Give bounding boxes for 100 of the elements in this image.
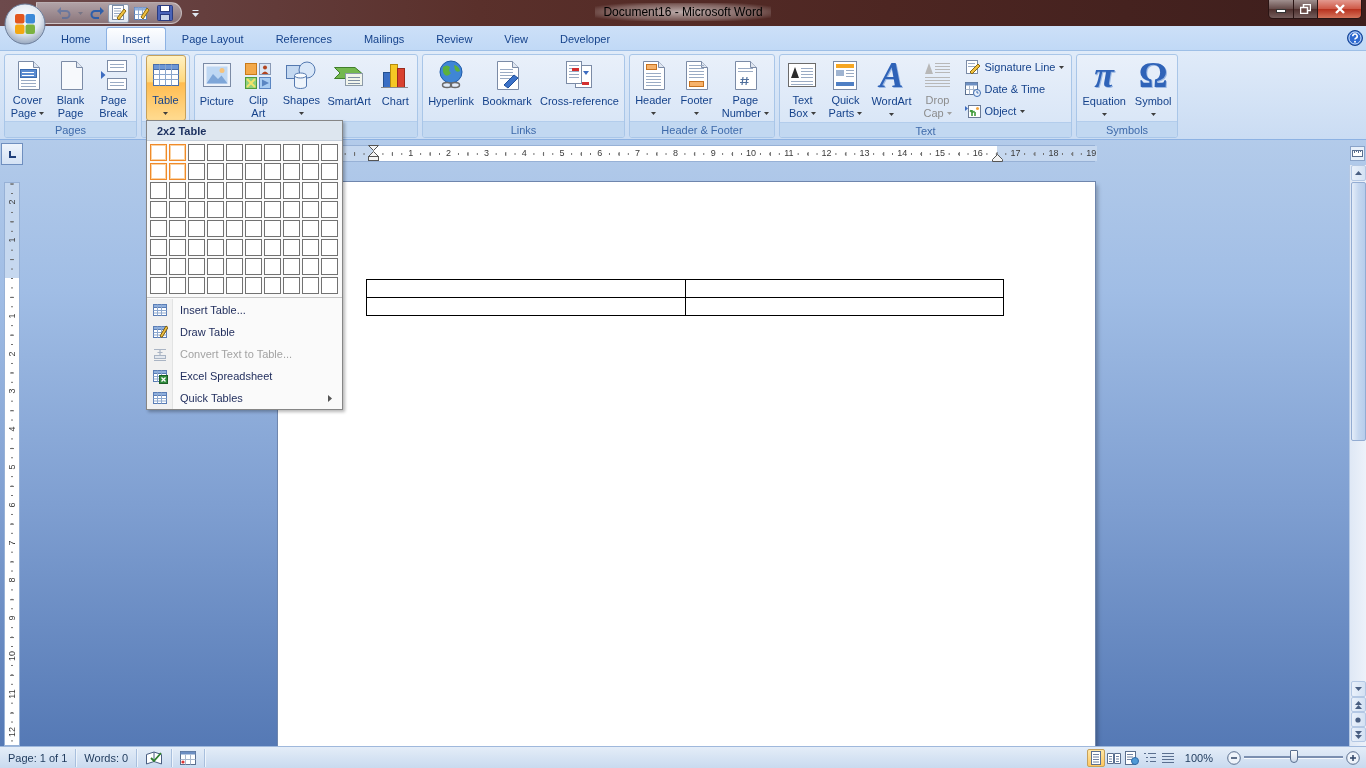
grid-cell[interactable] — [207, 144, 224, 161]
grid-cell[interactable] — [150, 239, 167, 256]
ribbon-button[interactable]: Cover Page — [7, 55, 48, 121]
browse-object-button[interactable] — [1350, 712, 1366, 727]
ribbon-button[interactable]: A WordArt — [868, 55, 915, 121]
grid-cell[interactable] — [226, 220, 243, 237]
grid-cell[interactable] — [226, 239, 243, 256]
grid-cell[interactable] — [226, 258, 243, 275]
ribbon-button[interactable]: Page Break — [93, 55, 134, 121]
grid-cell[interactable] — [188, 277, 205, 294]
grid-cell[interactable] — [207, 201, 224, 218]
ribbon-button[interactable]: Table — [145, 55, 186, 121]
grid-cell[interactable] — [169, 258, 186, 275]
grid-cell[interactable] — [150, 201, 167, 218]
grid-cell[interactable] — [188, 258, 205, 275]
save-button[interactable] — [154, 3, 175, 23]
ribbon-button[interactable]: Picture — [196, 55, 237, 121]
ribbon-tab[interactable]: View — [488, 27, 544, 50]
ribbon-button[interactable]: Bookmark — [479, 55, 535, 121]
ribbon-tab[interactable]: Review — [420, 27, 489, 50]
grid-cell[interactable] — [207, 239, 224, 256]
ribbon-small-button[interactable]: Object — [960, 100, 1069, 122]
book-check-icon[interactable] — [145, 749, 164, 766]
grid-cell[interactable] — [226, 201, 243, 218]
grid-cell[interactable] — [245, 277, 262, 294]
grid-cell[interactable] — [188, 201, 205, 218]
ribbon-tab[interactable]: Mailings — [347, 27, 421, 50]
view-button[interactable] — [1122, 748, 1141, 767]
indent-marker-icon[interactable] — [368, 145, 379, 162]
indent-marker-icon[interactable] — [992, 154, 1003, 162]
ribbon-tab[interactable]: Developer — [544, 27, 627, 50]
grid-cell[interactable] — [302, 239, 319, 256]
grid-cell[interactable] — [321, 201, 338, 218]
grid-cell[interactable] — [302, 182, 319, 199]
grid-cell[interactable] — [283, 201, 300, 218]
ribbon-small-button[interactable]: Date & Time — [960, 78, 1069, 100]
grid-cell[interactable] — [226, 277, 243, 294]
ribbon-tab[interactable]: Insert — [106, 27, 166, 50]
grid-cell[interactable] — [302, 258, 319, 275]
grid-cell[interactable] — [245, 144, 262, 161]
grid-cell[interactable] — [207, 220, 224, 237]
grid-cell[interactable] — [245, 182, 262, 199]
grid-cell[interactable] — [150, 163, 167, 180]
grid-cell[interactable] — [321, 182, 338, 199]
grid-cell[interactable] — [169, 144, 186, 161]
grid-cell[interactable] — [169, 239, 186, 256]
scroll-down-button[interactable] — [1350, 681, 1366, 697]
scroll-up-button[interactable] — [1350, 165, 1366, 181]
restore-button[interactable] — [1293, 0, 1317, 18]
grid-cell[interactable] — [321, 220, 338, 237]
grid-cell[interactable] — [226, 163, 243, 180]
grid-cell[interactable] — [321, 258, 338, 275]
menu-item[interactable]: Draw Table — [147, 321, 342, 343]
ribbon-button[interactable]: Hyperlink — [425, 55, 477, 121]
ribbon-tab[interactable]: Page Layout — [165, 27, 260, 50]
menu-item[interactable]: Insert Table... — [147, 299, 342, 321]
grid-cell[interactable] — [264, 144, 281, 161]
ribbon-tab[interactable]: References — [259, 27, 348, 50]
grid-cell[interactable] — [283, 144, 300, 161]
ribbon-small-button[interactable]: Signature Line — [960, 56, 1069, 78]
grid-cell[interactable] — [264, 201, 281, 218]
grid-cell[interactable] — [321, 144, 338, 161]
menu-item[interactable]: Quick Tables — [147, 387, 342, 409]
grid-cell[interactable] — [264, 258, 281, 275]
next-page-button[interactable] — [1350, 727, 1366, 742]
zoom-out-icon[interactable] — [1227, 750, 1241, 765]
grid-cell[interactable] — [264, 182, 281, 199]
grid-cell[interactable] — [207, 163, 224, 180]
grid-cell[interactable] — [302, 277, 319, 294]
grid-cell[interactable] — [321, 277, 338, 294]
grid-cell[interactable] — [283, 277, 300, 294]
toolbar-button[interactable] — [108, 3, 129, 23]
grid-cell[interactable] — [150, 220, 167, 237]
grid-cell[interactable] — [169, 277, 186, 294]
grid-cell[interactable] — [245, 220, 262, 237]
zoom-in-icon[interactable] — [1346, 750, 1360, 765]
grid-cell[interactable] — [169, 182, 186, 199]
ribbon-button[interactable]: Footer — [676, 55, 717, 121]
grid-cell[interactable] — [302, 201, 319, 218]
ribbon-button[interactable]: Cross-reference — [537, 55, 622, 121]
grid-cell[interactable] — [264, 239, 281, 256]
previous-page-button[interactable] — [1350, 697, 1366, 712]
close-button[interactable] — [1317, 0, 1361, 18]
ribbon-button[interactable]: Clip Art — [238, 55, 279, 121]
macro-record-icon[interactable] — [180, 750, 197, 765]
minimize-button[interactable] — [1269, 0, 1293, 18]
ribbon-button[interactable]: Quick Parts — [825, 55, 866, 121]
zoom-slider-thumb[interactable] — [1289, 750, 1298, 763]
menu-item[interactable]: Excel Spreadsheet — [147, 365, 342, 387]
help-button[interactable] — [1347, 30, 1363, 46]
grid-cell[interactable] — [169, 220, 186, 237]
grid-cell[interactable] — [150, 144, 167, 161]
grid-cell[interactable] — [283, 258, 300, 275]
ribbon-button[interactable]: SmartArt — [324, 55, 374, 121]
grid-cell[interactable] — [245, 163, 262, 180]
grid-cell[interactable] — [207, 258, 224, 275]
grid-cell[interactable] — [321, 239, 338, 256]
grid-cell[interactable] — [207, 277, 224, 294]
grid-cell[interactable] — [302, 163, 319, 180]
scroll-thumb[interactable] — [1350, 182, 1366, 441]
